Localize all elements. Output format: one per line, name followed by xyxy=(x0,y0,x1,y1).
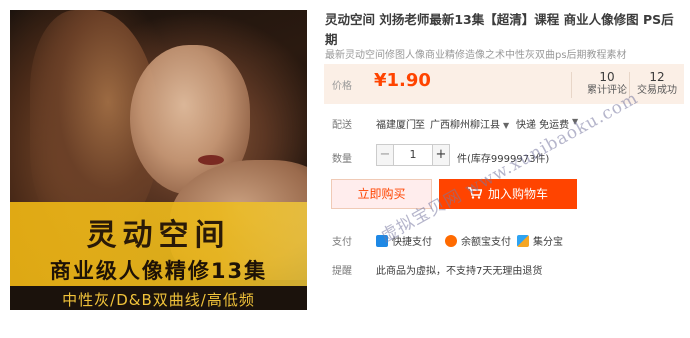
quantity-input[interactable]: 1 xyxy=(394,144,432,166)
stat-divider xyxy=(571,72,572,98)
promo-subtitle: 商业级人像精修13集 xyxy=(49,259,268,283)
payment-label: 支付 xyxy=(332,237,352,248)
quantity-minus-button[interactable]: − xyxy=(376,144,394,166)
notice-text: 此商品为虚拟，不支持7天无理由退货 xyxy=(376,266,543,277)
price-label: 价格 xyxy=(332,81,352,92)
shipping-from: 福建厦门 xyxy=(376,120,416,131)
shipping-destination: 广西柳州柳江县 xyxy=(430,120,500,131)
product-image[interactable]: 灵动空间 商业级人像精修13集 中性灰/D&B双曲线/高低频 xyxy=(10,10,307,310)
payment-method-yuebao: 余额宝支付 xyxy=(445,233,511,248)
chevron-down-icon: ▼ xyxy=(503,121,510,130)
sales-count: 12 xyxy=(649,70,665,84)
quantity-label: 数量 xyxy=(332,154,352,165)
product-title: 灵动空间 刘扬老师最新13集【超清】课程 商业人像修图 PS后期 xyxy=(325,12,674,47)
model-lips xyxy=(198,155,224,165)
quantity-plus-button[interactable]: + xyxy=(432,144,450,166)
sales-stat: 12 交易成功 xyxy=(630,70,684,98)
shipping-to-word: 至 xyxy=(415,120,425,131)
price-value: ¥1.90 xyxy=(374,70,431,91)
shipping-label: 配送 xyxy=(332,120,352,131)
reviews-count: 10 xyxy=(599,70,615,84)
notice-label: 提醒 xyxy=(332,266,352,277)
add-to-cart-label: 加入购物车 xyxy=(487,187,548,201)
promo-tagline: 中性灰/D&B双曲线/高低频 xyxy=(62,291,255,309)
payment-method-label: 余额宝支付 xyxy=(461,237,511,248)
sales-label: 交易成功 xyxy=(637,85,677,96)
payment-method-jifenbao: 集分宝 xyxy=(517,233,563,248)
shipping-destination-select[interactable]: 广西柳州柳江县 ▼ xyxy=(430,116,509,131)
payment-method-label: 集分宝 xyxy=(533,237,563,248)
yuebao-icon xyxy=(445,235,457,247)
jifenbao-icon xyxy=(517,235,529,247)
promo-title: 灵动空间 xyxy=(86,218,231,253)
product-subtitle: 最新灵动空间修图人像商业精修造像之术中性灰双曲ps后期教程素材 xyxy=(325,50,627,61)
quantity-stepper: − 1 + xyxy=(376,144,450,166)
